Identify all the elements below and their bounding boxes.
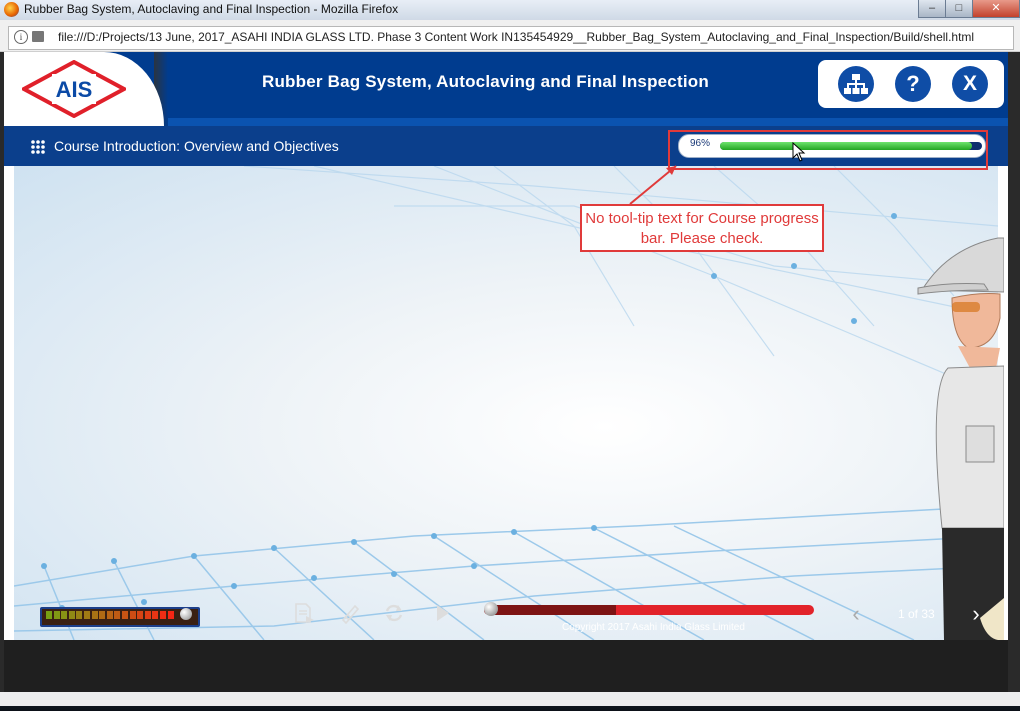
volume-segment xyxy=(129,611,136,619)
seek-played xyxy=(484,605,616,615)
previous-page-button[interactable]: ‹ xyxy=(846,601,866,627)
transcript-icon xyxy=(295,603,314,623)
volume-segment xyxy=(122,611,128,619)
volume-knob[interactable] xyxy=(180,608,192,620)
review-comment: No tool-tip text for Course progress bar… xyxy=(580,204,824,252)
page-counter: 1 of 33 xyxy=(898,607,935,621)
menu-grid-icon[interactable] xyxy=(30,139,46,155)
page-icon xyxy=(32,31,44,42)
presenter-character xyxy=(917,237,1004,640)
sitemap-button[interactable] xyxy=(838,66,874,102)
window-title: Rubber Bag System, Autoclaving and Final… xyxy=(24,2,399,16)
page-title: Course Introduction: Overview and Object… xyxy=(54,138,339,154)
volume-segment xyxy=(114,611,121,619)
play-button[interactable] xyxy=(430,602,454,626)
next-page-button[interactable]: › xyxy=(966,601,986,627)
volume-segment xyxy=(91,611,98,619)
copyright-text: Copyright 2017 Asahi India Glass Limited xyxy=(562,622,745,633)
volume-segment xyxy=(152,611,159,619)
volume-segment xyxy=(106,611,113,619)
exit-button[interactable]: X xyxy=(952,66,988,102)
maximize-button[interactable]: □ xyxy=(945,0,973,18)
ais-logo: AIS xyxy=(22,60,126,118)
mouse-cursor-icon xyxy=(792,142,806,162)
minimize-button[interactable]: – xyxy=(918,0,946,18)
notes-icon xyxy=(341,604,360,625)
logo-text: AIS xyxy=(56,77,93,102)
url-text[interactable]: file:///D:/Projects/13 June, 2017_ASAHI … xyxy=(58,30,974,44)
volume-segment xyxy=(53,611,60,619)
course-title: Rubber Bag System, Autoclaving and Final… xyxy=(262,72,709,91)
notes-button[interactable] xyxy=(338,602,362,626)
window-bottom-edge xyxy=(0,692,1020,706)
player-footer xyxy=(4,640,1008,692)
seek-knob[interactable] xyxy=(484,602,498,616)
volume-segment xyxy=(68,611,75,619)
firefox-icon xyxy=(4,2,19,17)
close-window-button[interactable]: ✕ xyxy=(972,0,1020,18)
volume-segment xyxy=(99,611,106,619)
info-icon[interactable]: i xyxy=(14,30,28,44)
play-icon xyxy=(437,605,449,621)
sitemap-icon xyxy=(844,74,868,94)
volume-segment xyxy=(167,611,174,619)
review-highlight-box xyxy=(668,130,988,170)
volume-segment xyxy=(84,611,90,619)
volume-segment xyxy=(46,611,52,619)
replay-icon xyxy=(385,604,403,622)
replay-button[interactable] xyxy=(382,602,406,626)
background-grid xyxy=(14,166,998,640)
volume-segment xyxy=(160,611,166,619)
volume-segment xyxy=(61,611,68,619)
help-button[interactable]: ? xyxy=(895,66,931,102)
content-stage xyxy=(14,166,998,640)
volume-segment xyxy=(76,611,83,619)
volume-segment xyxy=(144,611,151,619)
volume-segment xyxy=(137,611,144,619)
transcript-button[interactable] xyxy=(292,602,316,626)
